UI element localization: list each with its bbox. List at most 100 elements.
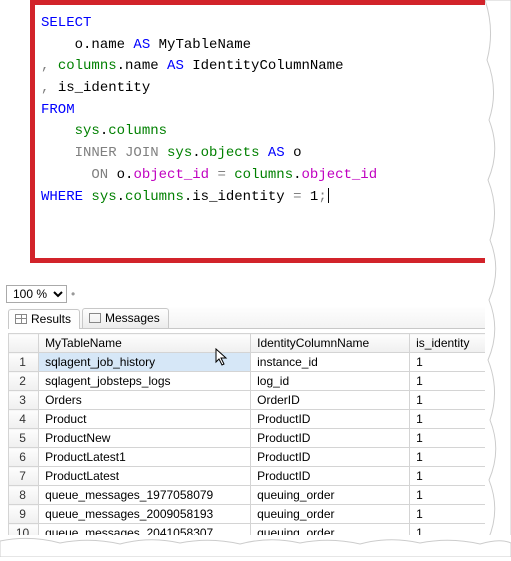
cell[interactable]: queue_messages_1977058079 (39, 486, 251, 505)
tok: sys (91, 189, 116, 205)
kw-join: INNER JOIN (41, 145, 167, 161)
cell[interactable]: log_id (251, 372, 410, 391)
cell[interactable]: Orders (39, 391, 251, 410)
cell[interactable]: 1 (410, 467, 495, 486)
cell[interactable]: queue_messages_2009058193 (39, 505, 251, 524)
tok: columns (125, 189, 184, 205)
row-number: 6 (9, 448, 39, 467)
tok: o (293, 145, 301, 161)
table-row[interactable]: 8 queue_messages_1977058079 queuing_orde… (9, 486, 495, 505)
cell[interactable]: 1 (410, 448, 495, 467)
tab-label: Results (31, 312, 71, 326)
results-grid[interactable]: MyTableName IdentityColumnName is_identi… (8, 333, 495, 543)
table-row[interactable]: 9 queue_messages_2009058193 queuing_orde… (9, 505, 495, 524)
col-mytablename[interactable]: MyTableName (39, 334, 251, 353)
result-tabs: Results Messages (8, 307, 511, 329)
table-row[interactable]: 7 ProductLatest ProductID 1 (9, 467, 495, 486)
row-number: 5 (9, 429, 39, 448)
header-row: MyTableName IdentityColumnName is_identi… (9, 334, 495, 353)
cell[interactable]: ProductID (251, 448, 410, 467)
cell[interactable]: 1 (410, 372, 495, 391)
row-number: 8 (9, 486, 39, 505)
tok: object_id (133, 167, 209, 183)
kw-select: SELECT (41, 15, 91, 31)
cell[interactable]: 1 (410, 505, 495, 524)
alias: MyTableName (159, 37, 251, 53)
cell[interactable]: Product (39, 410, 251, 429)
col-identitycolumnname[interactable]: IdentityColumnName (251, 334, 410, 353)
tok: is_identity (192, 189, 284, 205)
col-isidentity[interactable]: is_identity (410, 334, 495, 353)
cell[interactable]: ProductLatest1 (39, 448, 251, 467)
kw-where: WHERE (41, 189, 91, 205)
tok: , (41, 80, 58, 96)
kw-from: FROM (41, 102, 75, 118)
table-row[interactable]: 3 Orders OrderID 1 (9, 391, 495, 410)
op: = (285, 189, 310, 205)
tab-results[interactable]: Results (8, 309, 80, 329)
cell[interactable]: ProductNew (39, 429, 251, 448)
tok: o (41, 37, 83, 53)
semi: ; (318, 189, 326, 205)
table-row[interactable]: 2 sqlagent_jobsteps_logs log_id 1 (9, 372, 495, 391)
zoom-select[interactable]: 100 % (6, 285, 67, 303)
tok: . (184, 189, 192, 205)
cell[interactable]: 1 (410, 410, 495, 429)
cell[interactable]: queuing_order (251, 486, 410, 505)
cell[interactable]: OrderID (251, 391, 410, 410)
tok: . (117, 189, 125, 205)
tok: name (91, 37, 125, 53)
tok: . (100, 123, 108, 139)
kw-on: ON (41, 167, 117, 183)
caret-icon (328, 188, 329, 203)
tok: sys (167, 145, 192, 161)
separator-icon: • (71, 287, 75, 301)
kw-as: AS (125, 37, 159, 53)
table-row[interactable]: 5 ProductNew ProductID 1 (9, 429, 495, 448)
tok: , (41, 58, 58, 74)
tok: columns (234, 167, 293, 183)
table-row[interactable]: 6 ProductLatest1 ProductID 1 (9, 448, 495, 467)
col-rownum[interactable] (9, 334, 39, 353)
cell[interactable]: ProductID (251, 410, 410, 429)
cell[interactable]: ProductLatest (39, 467, 251, 486)
tok: o (117, 167, 125, 183)
tok: objects (201, 145, 260, 161)
tok: object_id (302, 167, 378, 183)
tab-label: Messages (105, 311, 160, 325)
tok: is_identity (58, 80, 150, 96)
cell[interactable]: 1 (410, 391, 495, 410)
tok: . (117, 58, 125, 74)
sql-editor[interactable]: SELECT o.name AS MyTableName , columns.n… (30, 0, 491, 263)
torn-edge-right (485, 0, 511, 557)
tok: . (192, 145, 200, 161)
table-row[interactable]: 4 Product ProductID 1 (9, 410, 495, 429)
row-number: 3 (9, 391, 39, 410)
tok: name (125, 58, 159, 74)
tab-messages[interactable]: Messages (82, 308, 169, 328)
row-number: 1 (9, 353, 39, 372)
tok: sys (41, 123, 100, 139)
cell[interactable]: instance_id (251, 353, 410, 372)
grid-icon (15, 314, 27, 324)
cell[interactable]: ProductID (251, 429, 410, 448)
cell[interactable]: ProductID (251, 467, 410, 486)
row-number: 7 (9, 467, 39, 486)
zoom-dropdown[interactable]: 100 % • (6, 285, 511, 303)
cell[interactable]: sqlagent_jobsteps_logs (39, 372, 251, 391)
row-number: 4 (9, 410, 39, 429)
cell[interactable]: 1 (410, 486, 495, 505)
kw-as: AS (159, 58, 193, 74)
cell[interactable]: 1 (410, 353, 495, 372)
row-number: 2 (9, 372, 39, 391)
messages-icon (89, 313, 101, 323)
cell[interactable]: sqlagent_job_history (39, 353, 251, 372)
alias: IdentityColumnName (192, 58, 343, 74)
torn-edge-bottom (0, 535, 511, 557)
cell[interactable]: queuing_order (251, 505, 410, 524)
table-row[interactable]: 1 sqlagent_job_history instance_id 1 (9, 353, 495, 372)
cell[interactable]: 1 (410, 429, 495, 448)
row-number: 9 (9, 505, 39, 524)
tok: columns (58, 58, 117, 74)
tok: columns (108, 123, 167, 139)
